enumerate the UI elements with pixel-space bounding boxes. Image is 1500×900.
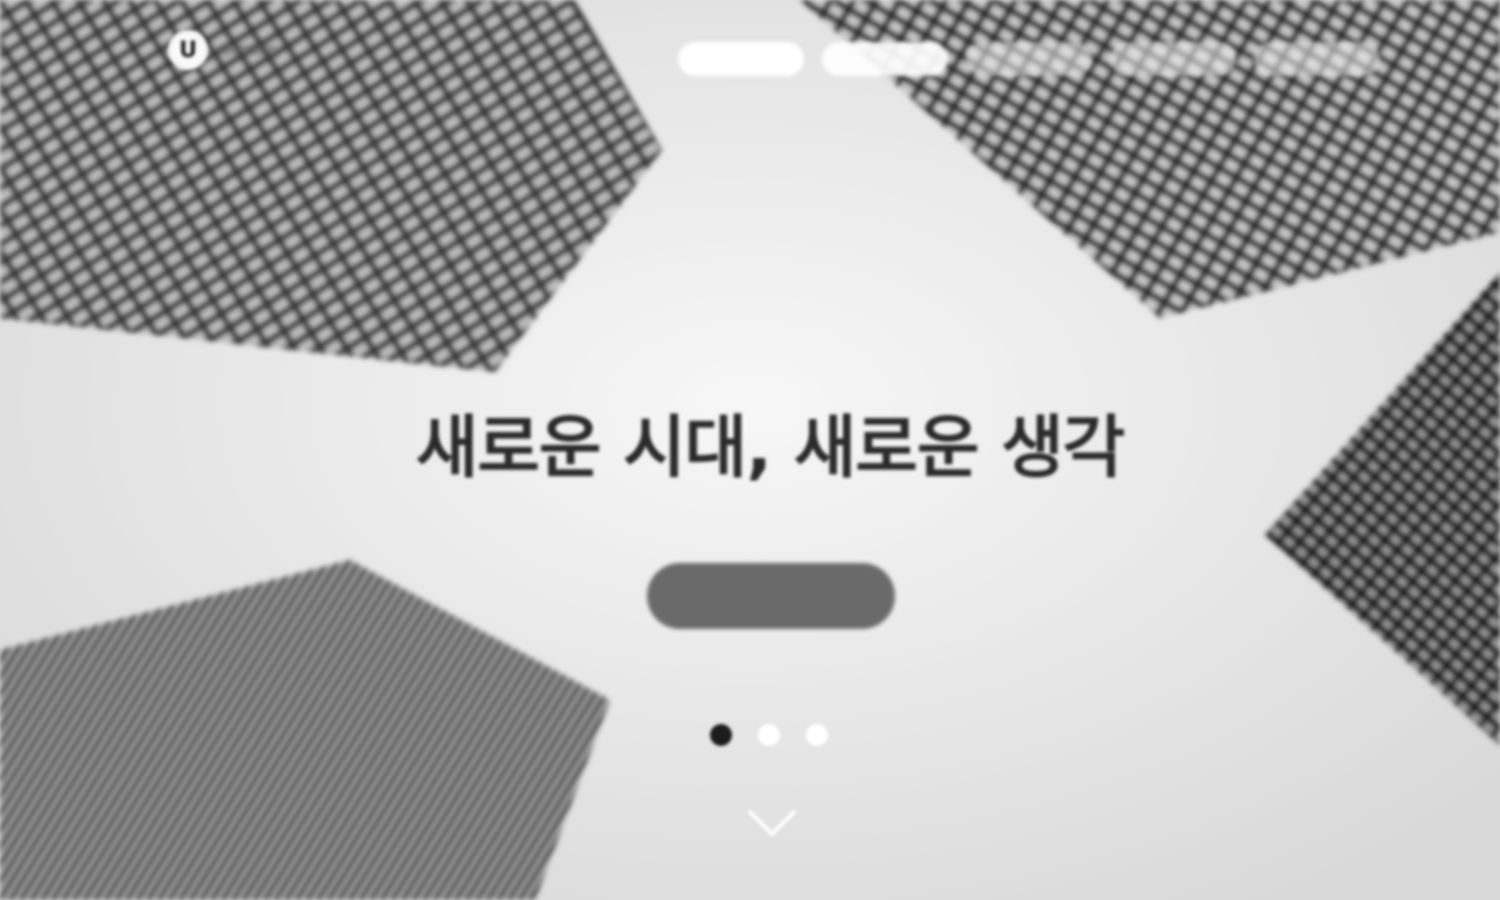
chevron-down-icon[interactable] bbox=[746, 806, 798, 840]
nav-item-5[interactable] bbox=[1254, 42, 1380, 76]
nav-item-3[interactable] bbox=[966, 42, 1092, 76]
logo-wordmark bbox=[218, 45, 278, 55]
slide-dot-1[interactable] bbox=[710, 724, 732, 746]
site-logo[interactable]: U bbox=[168, 30, 278, 70]
cta-button[interactable] bbox=[647, 563, 895, 629]
hero-section: U 새로운 시대, 새로운 생각 bbox=[0, 0, 1500, 900]
circle-u-logo-icon: U bbox=[168, 30, 208, 70]
nav-item-2[interactable] bbox=[822, 42, 948, 76]
nav-item-4[interactable] bbox=[1110, 42, 1236, 76]
slider-pagination bbox=[710, 724, 828, 746]
nav-item-1[interactable] bbox=[678, 42, 804, 76]
slide-dot-3[interactable] bbox=[806, 724, 828, 746]
slide-dot-2[interactable] bbox=[758, 724, 780, 746]
hero-title: 새로운 시대, 새로운 생각 bbox=[415, 409, 1125, 488]
main-nav bbox=[678, 42, 1380, 76]
